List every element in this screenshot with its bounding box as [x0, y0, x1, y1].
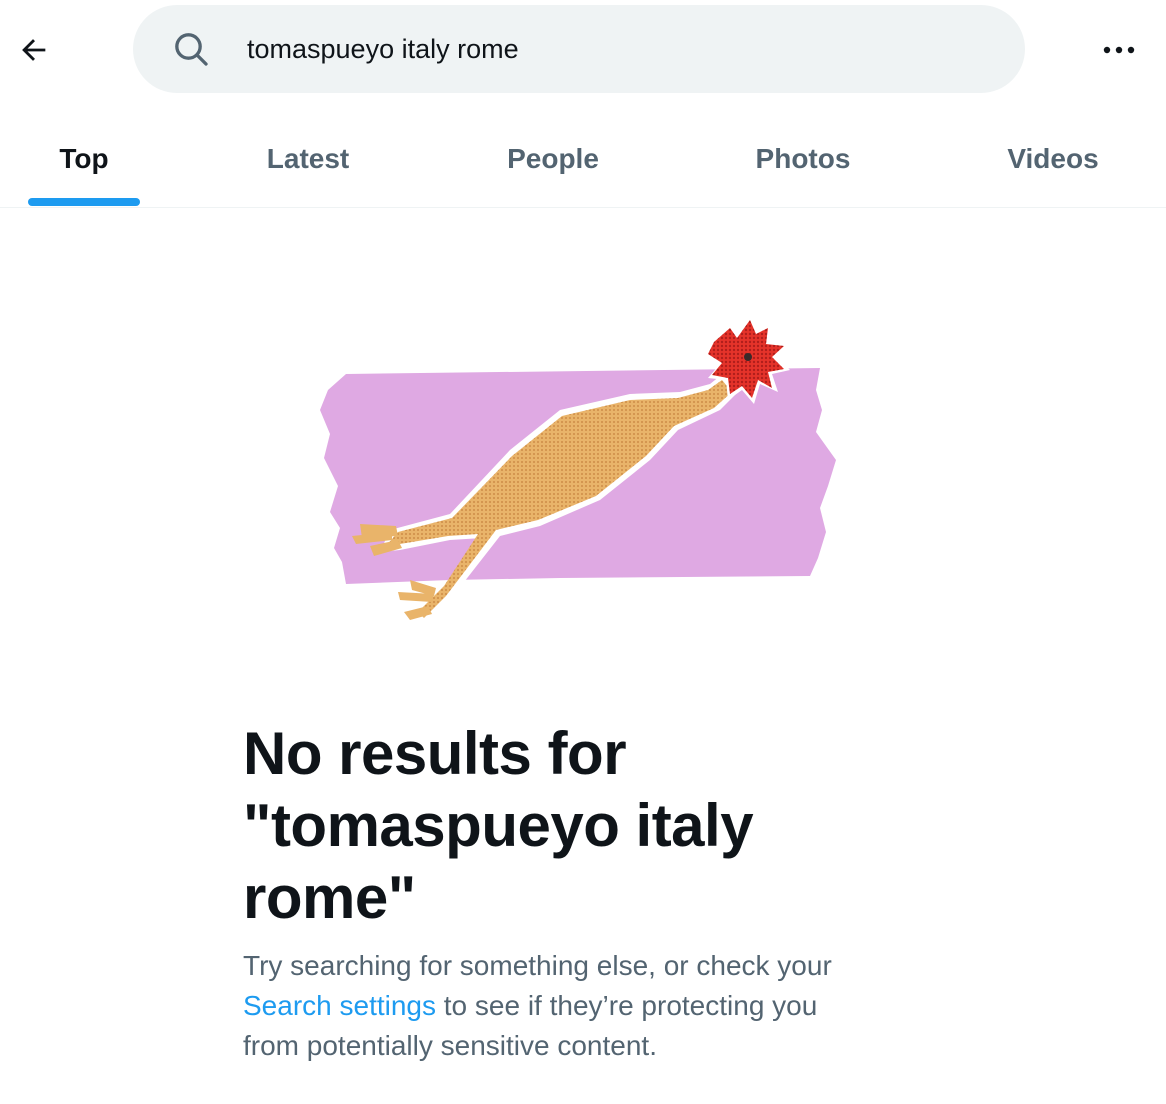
- title-line: rome": [243, 864, 416, 931]
- empty-state-title: No results for "tomaspueyo italy rome": [243, 718, 943, 934]
- empty-state-description: Try searching for something else, or che…: [243, 946, 943, 1066]
- active-tab-indicator: [28, 198, 140, 206]
- back-button[interactable]: [10, 26, 58, 74]
- more-button[interactable]: [1090, 26, 1148, 74]
- title-line: No results for: [243, 720, 627, 787]
- more-horizontal-icon: [1103, 46, 1135, 54]
- search-box[interactable]: [133, 5, 1025, 93]
- search-icon: [175, 33, 208, 66]
- search-tabs: Top Latest People Photos Videos: [0, 110, 1166, 208]
- description-line: from potentially sensitive content.: [243, 1030, 657, 1061]
- tab-people[interactable]: People: [453, 110, 653, 208]
- description-line: Try searching for something else, or che…: [243, 950, 832, 981]
- description-line: Search settings to see if they’re protec…: [243, 986, 943, 1026]
- title-line: "tomaspueyo italy: [243, 792, 754, 859]
- top-bar: [0, 0, 1166, 100]
- arrow-left-icon: [22, 39, 46, 61]
- tab-top[interactable]: Top: [0, 110, 168, 208]
- tab-latest[interactable]: Latest: [208, 110, 408, 208]
- search-settings-link[interactable]: Search settings: [243, 990, 436, 1021]
- tab-photos[interactable]: Photos: [703, 110, 903, 208]
- tab-videos[interactable]: Videos: [953, 110, 1153, 208]
- search-input[interactable]: [247, 27, 987, 71]
- rubber-chicken-illustration: [320, 314, 836, 626]
- description-text: to see if they’re protecting you: [436, 990, 818, 1021]
